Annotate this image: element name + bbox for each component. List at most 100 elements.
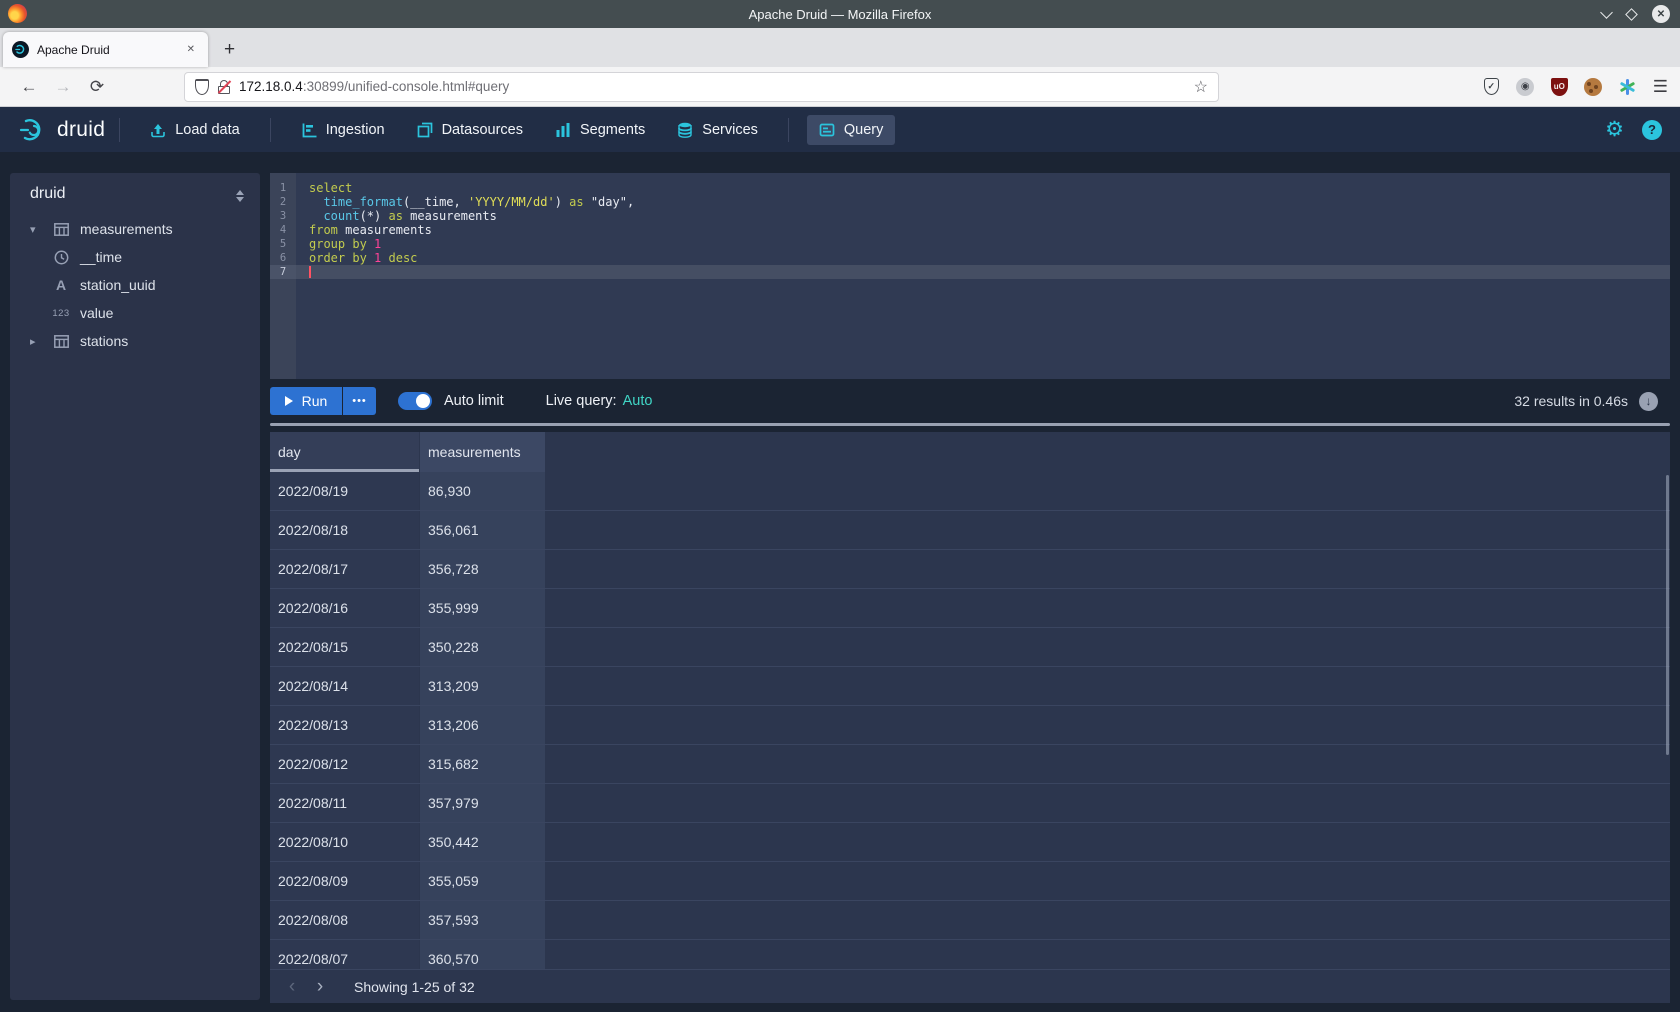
code-text: time_format(__time, 'YYYY/MM/dd') as "da… bbox=[296, 195, 634, 209]
cell-day[interactable]: 2022/08/08 bbox=[270, 901, 419, 939]
tree-item-label: value bbox=[80, 305, 113, 321]
tracking-shield-icon[interactable] bbox=[195, 79, 209, 95]
cell-measurements[interactable]: 86,930 bbox=[420, 472, 545, 510]
cell-day[interactable]: 2022/08/10 bbox=[270, 823, 419, 861]
table-row: 2022/08/13313,206 bbox=[270, 706, 1670, 745]
bookmark-star-icon[interactable]: ☆ bbox=[1194, 77, 1208, 97]
tab-close-icon[interactable]: ✕ bbox=[183, 42, 199, 57]
cell-day[interactable]: 2022/08/13 bbox=[270, 706, 419, 744]
nav-ingestion[interactable]: Ingestion bbox=[289, 115, 397, 145]
cell-measurements[interactable]: 355,999 bbox=[420, 589, 545, 627]
tree-item-__time[interactable]: __time bbox=[10, 243, 260, 271]
extension-asterisk-icon[interactable] bbox=[1618, 77, 1637, 96]
cell-measurements[interactable]: 315,682 bbox=[420, 745, 545, 783]
pane-resizer-handle[interactable] bbox=[270, 423, 1670, 426]
url-bar[interactable]: 172.18.0.4:30899/unified-console.html#qu… bbox=[184, 72, 1219, 102]
table-row: 2022/08/11357,979 bbox=[270, 784, 1670, 823]
column-header-measurements[interactable]: measurements bbox=[420, 432, 545, 472]
cell-measurements[interactable]: 350,228 bbox=[420, 628, 545, 666]
download-icon[interactable]: ↓ bbox=[1639, 392, 1658, 411]
tree-item-label: measurements bbox=[80, 221, 173, 237]
sort-toggle-icon[interactable] bbox=[236, 187, 244, 202]
column-header-day[interactable]: day bbox=[270, 432, 419, 472]
cell-measurements[interactable]: 356,728 bbox=[420, 550, 545, 588]
cell-day[interactable]: 2022/08/19 bbox=[270, 472, 419, 510]
cell-measurements[interactable]: 355,059 bbox=[420, 862, 545, 900]
schema-name: druid bbox=[30, 185, 66, 203]
cell-day[interactable]: 2022/08/11 bbox=[270, 784, 419, 822]
url-text[interactable]: 172.18.0.4:30899/unified-console.html#qu… bbox=[239, 79, 1185, 94]
nav-segments[interactable]: Segments bbox=[543, 115, 657, 145]
cell-measurements[interactable]: 356,061 bbox=[420, 511, 545, 549]
extension-mask-icon[interactable]: ◉ bbox=[1516, 77, 1535, 96]
cell-measurements[interactable]: 357,979 bbox=[420, 784, 545, 822]
cell-measurements[interactable]: 313,206 bbox=[420, 706, 545, 744]
cell-day[interactable]: 2022/08/18 bbox=[270, 511, 419, 549]
nav-services[interactable]: Services bbox=[665, 115, 770, 145]
cell-day[interactable]: 2022/08/17 bbox=[270, 550, 419, 588]
live-query-value[interactable]: Auto bbox=[623, 393, 653, 409]
cell-day[interactable]: 2022/08/14 bbox=[270, 667, 419, 705]
insecure-lock-icon[interactable] bbox=[218, 80, 230, 94]
tree-item-measurements[interactable]: ▾ measurements bbox=[10, 215, 260, 243]
code-line: 1select bbox=[270, 181, 1670, 195]
cell-measurements[interactable]: 350,442 bbox=[420, 823, 545, 861]
cell-day[interactable]: 2022/08/12 bbox=[270, 745, 419, 783]
nav-label: Datasources bbox=[442, 122, 523, 138]
pagination-footer: ‹ › Showing 1-25 of 32 bbox=[270, 969, 1670, 1003]
chevron-right-icon[interactable]: ▸ bbox=[30, 335, 44, 348]
nav-load-data[interactable]: Load data bbox=[138, 115, 252, 145]
cell-day[interactable]: 2022/08/16 bbox=[270, 589, 419, 627]
cell-day[interactable]: 2022/08/15 bbox=[270, 628, 419, 666]
new-tab-button[interactable]: + bbox=[218, 39, 241, 61]
run-more-button[interactable]: ••• bbox=[343, 387, 376, 415]
pagination-status: Showing 1-25 of 32 bbox=[354, 979, 475, 995]
table-row: 2022/08/17356,728 bbox=[270, 550, 1670, 589]
table-icon bbox=[52, 223, 70, 236]
nav-label: Query bbox=[844, 122, 884, 138]
browser-tab[interactable]: Apache Druid ✕ bbox=[3, 32, 208, 67]
window-titlebar: Apache Druid — Mozilla Firefox ✕ bbox=[0, 0, 1680, 28]
results-panel: day measurements 2022/08/1986,9302022/08… bbox=[270, 432, 1670, 1003]
play-icon bbox=[285, 396, 293, 406]
table-row: 2022/08/09355,059 bbox=[270, 862, 1670, 901]
window-maximize-icon[interactable] bbox=[1625, 8, 1638, 21]
druid-logo-icon bbox=[18, 117, 48, 143]
text-cursor bbox=[309, 266, 311, 278]
auto-limit-toggle[interactable] bbox=[398, 392, 432, 410]
cell-measurements[interactable]: 313,209 bbox=[420, 667, 545, 705]
help-icon[interactable]: ? bbox=[1642, 120, 1662, 140]
code-line: 6order by 1 desc bbox=[270, 251, 1670, 265]
sql-editor[interactable]: 1select2 time_format(__time, 'YYYY/MM/dd… bbox=[270, 173, 1670, 379]
code-line: 2 time_format(__time, 'YYYY/MM/dd') as "… bbox=[270, 195, 1670, 209]
extension-shield-icon[interactable]: ✓ bbox=[1482, 77, 1501, 96]
cell-measurements[interactable]: 357,593 bbox=[420, 901, 545, 939]
nav-datasources[interactable]: Datasources bbox=[405, 115, 535, 145]
druid-logo[interactable]: druid bbox=[18, 117, 105, 143]
chevron-down-icon[interactable]: ▾ bbox=[30, 223, 44, 236]
window-close-icon[interactable]: ✕ bbox=[1652, 5, 1670, 23]
datasources-icon bbox=[417, 122, 433, 138]
nav-query[interactable]: Query bbox=[807, 115, 896, 145]
hamburger-menu-icon[interactable]: ☰ bbox=[1653, 77, 1668, 97]
tree-item-stations[interactable]: ▸stations bbox=[10, 327, 260, 355]
next-page-button[interactable]: › bbox=[306, 973, 334, 1001]
code-line: 7 bbox=[270, 265, 1670, 279]
url-path: :30899/unified-console.html#query bbox=[303, 79, 509, 94]
brand-name: druid bbox=[57, 118, 105, 142]
code-text: group by 1 bbox=[296, 237, 381, 251]
tree-item-station_uuid[interactable]: Astation_uuid bbox=[10, 271, 260, 299]
reload-button[interactable]: ⟳ bbox=[80, 77, 114, 97]
extension-cookie-icon[interactable] bbox=[1584, 77, 1603, 96]
number-icon: 123 bbox=[52, 308, 70, 319]
settings-gear-icon[interactable]: ⚙ bbox=[1605, 117, 1624, 142]
results-scrollbar[interactable] bbox=[1666, 475, 1669, 755]
extension-ublock-icon[interactable]: uO bbox=[1550, 77, 1569, 96]
tree-item-value[interactable]: 123 value bbox=[10, 299, 260, 327]
window-minimize-icon[interactable] bbox=[1600, 6, 1613, 19]
clock-icon bbox=[52, 250, 70, 265]
back-button[interactable]: ← bbox=[12, 77, 46, 97]
cell-day[interactable]: 2022/08/09 bbox=[270, 862, 419, 900]
druid-favicon-icon bbox=[12, 41, 29, 58]
run-button[interactable]: Run bbox=[270, 387, 342, 415]
